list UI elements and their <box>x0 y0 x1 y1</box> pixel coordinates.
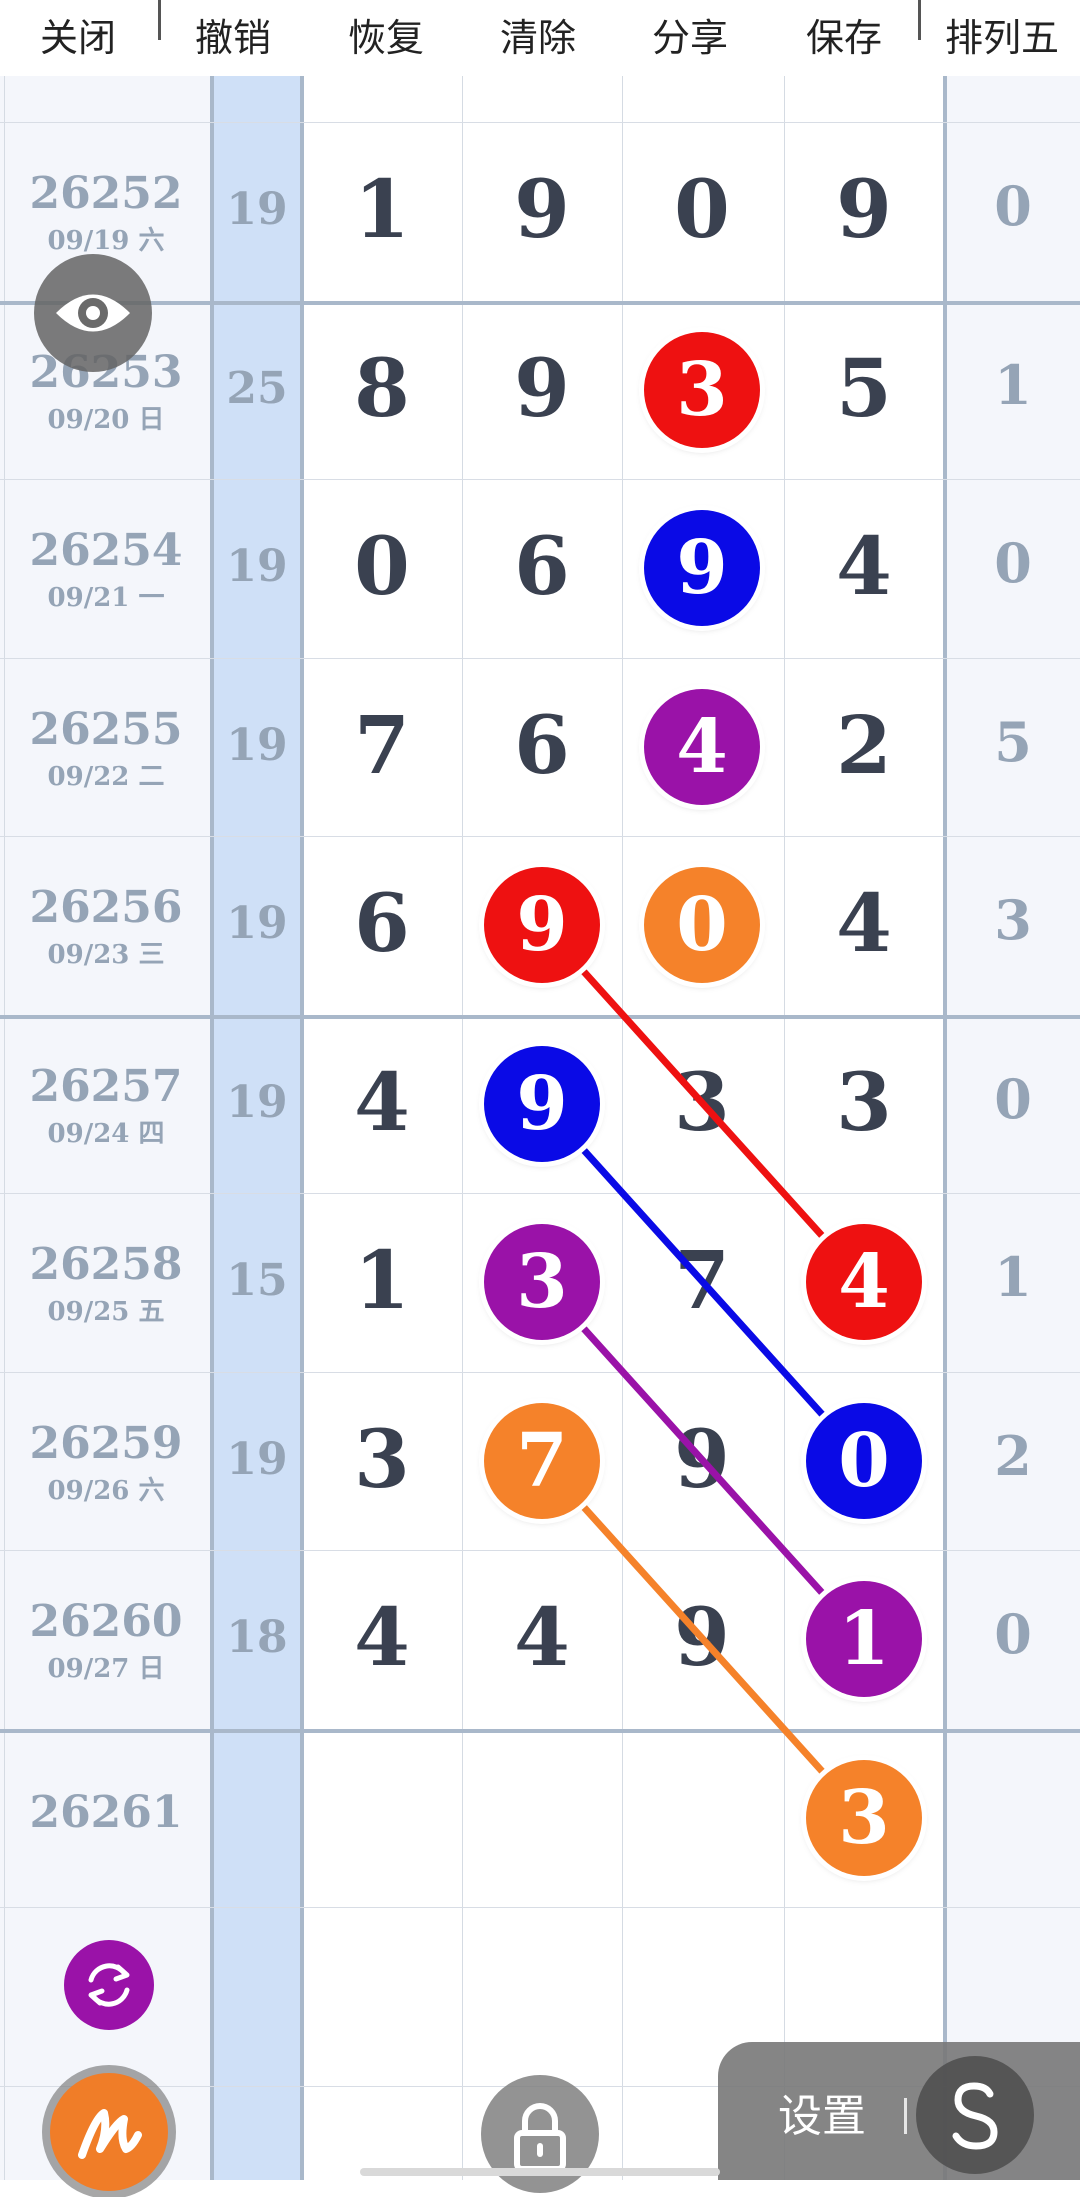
settings-panel: 设置 <box>718 2042 1080 2180</box>
pen-scribble-icon <box>78 2109 142 2159</box>
undo-button[interactable]: 撤销 <box>163 8 303 68</box>
highlight-ball[interactable]: 3 <box>484 1224 600 1341</box>
highlight-ball[interactable]: 3 <box>644 331 760 448</box>
eye-button[interactable] <box>34 254 152 372</box>
settings-button[interactable]: 设置 <box>778 2080 866 2144</box>
toolbar-separator <box>918 0 921 40</box>
highlight-ball[interactable]: 4 <box>644 688 760 805</box>
eye-icon <box>56 294 130 332</box>
trend-grid[interactable]: 2625209/19 六19190902625309/20 日258935126… <box>0 76 1080 2180</box>
refresh-icon <box>88 1963 130 2007</box>
share-button[interactable]: 分享 <box>620 8 760 68</box>
toolbar: 关闭 撤销 恢复 清除 分享 保存 排列五 <box>0 0 1080 76</box>
draw-button[interactable] <box>50 2073 168 2191</box>
game-title: 排列五 <box>944 16 1059 60</box>
s-button[interactable] <box>916 2056 1034 2174</box>
close-button[interactable]: 关闭 <box>0 8 156 68</box>
highlight-ball[interactable]: 0 <box>806 1402 922 1519</box>
refresh-button[interactable] <box>64 1940 154 2030</box>
highlight-ball[interactable]: 9 <box>484 1045 600 1162</box>
highlight-ball[interactable]: 1 <box>806 1581 922 1698</box>
toolbar-separator <box>158 0 161 40</box>
s-logo-icon <box>952 2082 998 2150</box>
highlight-ball[interactable]: 9 <box>484 867 600 984</box>
clear-button[interactable]: 清除 <box>468 8 608 68</box>
highlight-ball[interactable]: 9 <box>644 510 760 627</box>
save-button[interactable]: 保存 <box>774 8 914 68</box>
settings-separator <box>904 2098 907 2134</box>
home-indicator <box>360 2168 720 2176</box>
highlight-ball[interactable]: 3 <box>806 1759 922 1876</box>
highlight-ball[interactable]: 0 <box>644 867 760 984</box>
highlight-ball[interactable]: 4 <box>806 1224 922 1341</box>
highlight-ball[interactable]: 7 <box>484 1402 600 1519</box>
redo-button[interactable]: 恢复 <box>316 8 456 68</box>
